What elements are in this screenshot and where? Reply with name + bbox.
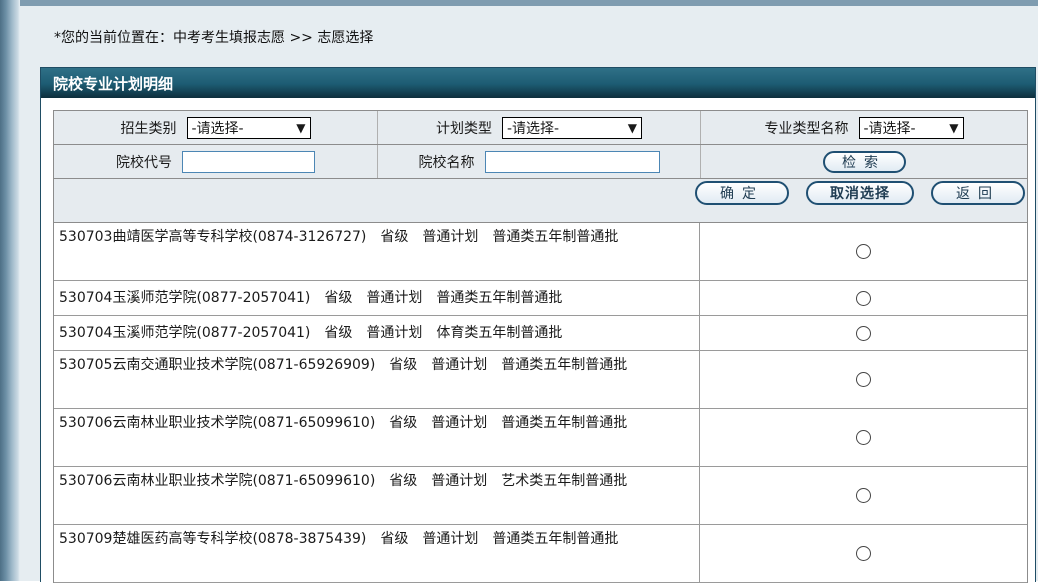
major-type-value: -请选择- [863,120,916,137]
school-plan-text: 530706云南林业职业技术学院(0871-65099610) 省级 普通计划 … [54,409,700,466]
plan-detail-panel: 院校专业计划明细 招生类别 -请选择- ▼ 计划类型 -请选择- ▼ 专业类型名… [40,67,1036,583]
panel-body: 招生类别 -请选择- ▼ 计划类型 -请选择- ▼ 专业类型名称 -请选择- ▼… [53,110,1028,583]
select-radio[interactable] [856,372,871,387]
radio-cell [700,281,1027,315]
list-item: 530709楚雄医药高等专科学校(0878-3875439) 省级 普通计划 普… [54,525,1027,583]
school-name-cell: 院校名称 [377,145,700,178]
school-plan-text: 530709楚雄医药高等专科学校(0878-3875439) 省级 普通计划 普… [54,525,700,582]
select-radio[interactable] [856,325,871,341]
enroll-category-select[interactable]: -请选择- ▼ [186,116,311,139]
back-button[interactable]: 返回 [931,181,1025,205]
search-button[interactable]: 检索 [822,150,906,173]
left-frame-border [0,0,20,581]
school-plan-text: 530705云南交通职业技术学院(0871-65926909) 省级 普通计划 … [54,351,700,408]
cancel-selection-button[interactable]: 取消选择 [806,181,914,205]
radio-cell [700,467,1027,524]
radio-cell [700,223,1027,280]
filter-row-2: 院校代号 院校名称 检索 [54,144,1027,178]
plan-type-value: -请选择- [507,120,560,137]
enroll-category-value: -请选择- [191,120,244,137]
list-item: 530703曲靖医学高等专科学校(0874-3126727) 省级 普通计划 普… [54,223,1027,281]
plan-type-cell: 计划类型 -请选择- ▼ [377,111,700,144]
chevron-down-icon: ▼ [296,120,306,135]
school-code-cell: 院校代号 [54,145,377,178]
select-radio[interactable] [856,290,871,306]
radio-cell [700,409,1027,466]
select-radio[interactable] [856,244,871,259]
select-radio[interactable] [856,546,871,561]
content-area: *您的当前位置在：中考考生填报志愿 >> 志愿选择 院校专业计划明细 招生类别 … [20,6,1038,583]
confirm-button[interactable]: 确定 [695,181,789,205]
chevron-down-icon: ▼ [949,120,959,135]
select-radio[interactable] [856,430,871,445]
chevron-down-icon: ▼ [627,120,637,135]
school-plan-text: 530704玉溪师范学院(0877-2057041) 省级 普通计划 普通类五年… [54,281,700,315]
plan-type-label: 计划类型 [436,120,492,137]
breadcrumb: *您的当前位置在：中考考生填报志愿 >> 志愿选择 [54,30,374,46]
action-row: 确定 取消选择 返回 [54,178,1027,222]
enroll-category-label: 招生类别 [120,120,177,137]
major-type-select[interactable]: -请选择- ▼ [858,116,964,139]
list-item: 530704玉溪师范学院(0877-2057041) 省级 普通计划 体育类五年… [54,316,1027,351]
filter-row-1: 招生类别 -请选择- ▼ 计划类型 -请选择- ▼ 专业类型名称 -请选择- ▼ [54,110,1027,144]
radio-cell [700,316,1027,350]
panel-title: 院校专业计划明细 [41,68,1035,98]
school-code-input[interactable] [182,150,315,173]
enroll-category-cell: 招生类别 -请选择- ▼ [54,111,377,144]
school-code-label: 院校代号 [116,154,172,171]
radio-cell [700,351,1027,408]
search-cell: 检索 [700,145,1027,178]
list-item: 530706云南林业职业技术学院(0871-65099610) 省级 普通计划 … [54,409,1027,467]
school-plan-list: 530703曲靖医学高等专科学校(0874-3126727) 省级 普通计划 普… [54,222,1027,583]
list-item: 530706云南林业职业技术学院(0871-65099610) 省级 普通计划 … [54,467,1027,525]
action-buttons: 确定 取消选择 返回 [695,181,1025,205]
school-plan-text: 530706云南林业职业技术学院(0871-65099610) 省级 普通计划 … [54,467,700,524]
major-type-label: 专业类型名称 [764,120,849,137]
list-item: 530704玉溪师范学院(0877-2057041) 省级 普通计划 普通类五年… [54,281,1027,316]
plan-type-select[interactable]: -请选择- ▼ [502,116,642,139]
school-plan-text: 530703曲靖医学高等专科学校(0874-3126727) 省级 普通计划 普… [54,223,700,280]
radio-cell [700,525,1027,582]
school-name-input[interactable] [484,150,660,173]
list-item: 530705云南交通职业技术学院(0871-65926909) 省级 普通计划 … [54,351,1027,409]
school-plan-text: 530704玉溪师范学院(0877-2057041) 省级 普通计划 体育类五年… [54,316,700,350]
school-name-label: 院校名称 [418,154,475,171]
major-type-cell: 专业类型名称 -请选择- ▼ [700,111,1027,144]
select-radio[interactable] [856,488,871,503]
